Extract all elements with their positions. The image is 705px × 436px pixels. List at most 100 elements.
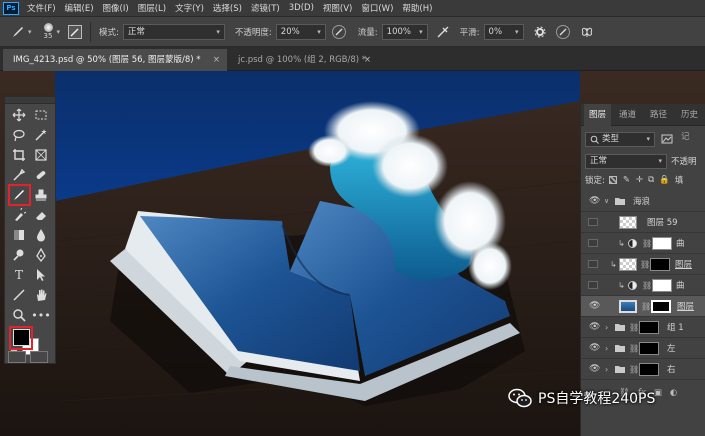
tab-layers[interactable]: 图层 <box>584 104 612 126</box>
menu-help[interactable]: 帮助(H) <box>402 2 432 14</box>
brush-size-picker[interactable]: 35 <box>43 22 53 41</box>
chevron-right-icon[interactable]: › <box>605 365 608 374</box>
folder-icon <box>615 324 625 331</box>
blur-tool[interactable] <box>31 226 51 244</box>
line-tool[interactable] <box>9 286 29 304</box>
close-icon[interactable]: × <box>213 49 220 71</box>
layer-row[interactable]: ↳ ⛓ 曲 <box>581 275 705 296</box>
layer-row[interactable]: 👁 › ⛓ 组 1 <box>581 317 705 338</box>
panel-grip[interactable] <box>5 97 55 104</box>
eraser-tool[interactable] <box>31 206 51 224</box>
chevron-right-icon[interactable]: › <box>605 323 608 332</box>
eyedropper-tool[interactable] <box>9 166 29 184</box>
visibility-eye-icon[interactable]: 👁 <box>589 343 600 353</box>
visibility-eye-icon[interactable]: 👁 <box>589 301 600 311</box>
lock-artboard-icon[interactable]: ⧉ <box>648 175 654 185</box>
layer-name: 图层 <box>677 302 695 312</box>
move-tool[interactable] <box>9 106 29 124</box>
foreground-swatch-highlight <box>9 326 33 350</box>
visibility-off-box[interactable] <box>588 260 598 268</box>
flow-field[interactable]: 100% ▾ <box>381 23 428 40</box>
lasso-icon <box>13 129 25 142</box>
clip-arrow-icon: ↳ <box>618 280 625 290</box>
lock-all-icon[interactable]: 🔒 <box>659 175 670 185</box>
photoshop-window: Ps 文件(F) 编辑(E) 图像(I) 图层(L) 文字(Y) 选择(S) 滤… <box>0 0 705 436</box>
visibility-off-box[interactable] <box>588 218 598 226</box>
lasso-tool[interactable] <box>9 126 29 144</box>
link-icon: ⛓ <box>629 343 640 353</box>
layer-row-selected[interactable]: 👁 ⛓ 图层 <box>581 296 705 317</box>
brush-panel-toggle[interactable] <box>68 24 83 39</box>
menu-file[interactable]: 文件(F) <box>27 2 56 14</box>
magic-wand-tool[interactable] <box>31 126 51 144</box>
healing-brush-tool[interactable] <box>31 166 51 184</box>
symmetry-button[interactable] <box>580 25 594 39</box>
history-brush-tool[interactable] <box>9 206 29 224</box>
menu-3d[interactable]: 3D(D) <box>289 3 314 13</box>
menu-window[interactable]: 窗口(W) <box>361 2 393 14</box>
image-filter-icon[interactable] <box>661 133 673 145</box>
layer-filter-select[interactable]: 类型 ▾ <box>585 131 655 147</box>
smoothing-field[interactable]: 0% ▾ <box>483 23 524 40</box>
new-adjustment-icon[interactable]: ◐ <box>670 388 677 398</box>
blend-mode-select[interactable]: 正常 ▾ <box>585 153 667 169</box>
menu-layer[interactable]: 图层(L) <box>138 2 166 14</box>
visibility-eye-icon[interactable]: 👁 <box>589 364 600 374</box>
lock-transparency-icon[interactable] <box>608 176 617 184</box>
menu-type[interactable]: 文字(Y) <box>175 2 204 14</box>
layer-name: 图层 <box>675 260 693 270</box>
layer-row[interactable]: ↳ ⛓ 曲 <box>581 233 705 254</box>
layer-row[interactable]: 👁 › ⛓ 右 <box>581 359 705 380</box>
chevron-down-icon[interactable]: ▾ <box>57 28 61 36</box>
tab-channels[interactable]: 通道 <box>614 104 641 126</box>
pen-tool[interactable] <box>31 246 51 264</box>
menu-image[interactable]: 图像(I) <box>103 2 129 14</box>
frame-tool[interactable] <box>31 146 51 164</box>
layer-row[interactable]: 👁 ∨ 海浪 <box>581 191 705 212</box>
crop-tool[interactable] <box>9 146 29 164</box>
chevron-right-icon[interactable]: › <box>605 344 608 353</box>
menu-view[interactable]: 视图(V) <box>323 2 352 14</box>
chevron-down-icon[interactable]: ∨ <box>604 197 609 205</box>
dodge-tool[interactable] <box>9 246 29 264</box>
smoothing-options-button[interactable] <box>534 26 546 38</box>
visibility-off-box[interactable] <box>588 239 598 247</box>
mode-select[interactable]: 正常 ▾ <box>122 23 225 40</box>
pressure-opacity-button[interactable] <box>331 24 346 39</box>
close-icon[interactable]: × <box>364 49 371 71</box>
screen-mode-icon[interactable] <box>30 351 48 363</box>
path-selection-tool[interactable] <box>31 266 51 284</box>
type-tool[interactable]: T <box>9 266 29 284</box>
hand-tool[interactable] <box>31 286 51 304</box>
document-canvas-area[interactable]: T ••• 图层 通道 路径 历史记 类型 ▾ 正常 ▾ 不透明 锁定: ✎ ✛… <box>0 71 705 436</box>
zoom-tool[interactable] <box>9 306 29 324</box>
pressure-size-button[interactable] <box>555 24 570 39</box>
more-tools-button[interactable]: ••• <box>31 306 51 324</box>
menu-filter[interactable]: 滤镜(T) <box>251 2 280 14</box>
lock-paint-icon[interactable]: ✎ <box>623 175 630 185</box>
marquee-tool[interactable] <box>31 106 51 124</box>
menu-edit[interactable]: 编辑(E) <box>65 2 94 14</box>
menu-select[interactable]: 选择(S) <box>213 2 242 14</box>
quick-mask-icon[interactable] <box>8 351 26 363</box>
layer-row[interactable]: ↳ ⛓ 图层 <box>581 254 705 275</box>
tab-history[interactable]: 历史记 <box>676 104 705 142</box>
clone-stamp-tool[interactable] <box>31 186 51 204</box>
bandage-icon <box>36 171 46 179</box>
visibility-eye-icon[interactable]: 👁 <box>589 322 600 332</box>
gradient-tool[interactable] <box>9 226 29 244</box>
layer-row[interactable]: 👁 › ⛓ 左 <box>581 338 705 359</box>
lock-position-icon[interactable]: ✛ <box>636 175 643 185</box>
tab-paths[interactable]: 路径 <box>645 104 672 126</box>
panel-tab-bar: 图层 通道 路径 历史记 <box>581 104 705 142</box>
smoothing-group: 平滑: 0% ▾ <box>460 23 524 40</box>
layer-row[interactable]: 图层 59 <box>581 212 705 233</box>
airbrush-button[interactable] <box>436 25 450 39</box>
opacity-field[interactable]: 20% ▾ <box>275 23 326 40</box>
brush-tool-preset[interactable]: ▾ <box>10 24 32 40</box>
tab-jc[interactable]: jc.psd @ 100% (组 2, RGB/8) * × <box>228 49 378 71</box>
visibility-off-box[interactable] <box>588 281 598 289</box>
visibility-eye-icon[interactable]: 👁 <box>589 196 600 206</box>
mask-thumbnail <box>652 278 672 292</box>
tab-img-4213[interactable]: IMG_4213.psd @ 50% (图层 56, 图层蒙版/8) * × <box>3 49 227 71</box>
